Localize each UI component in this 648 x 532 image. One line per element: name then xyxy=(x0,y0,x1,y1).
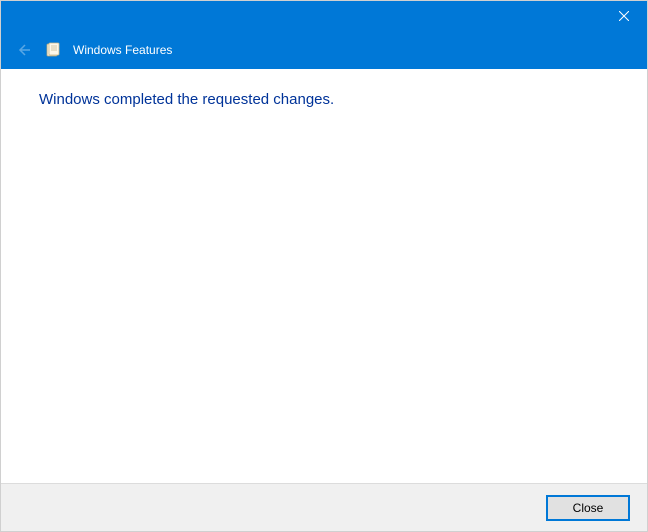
footer: Close xyxy=(1,483,647,531)
windows-features-icon xyxy=(45,42,61,58)
back-arrow-icon xyxy=(16,42,32,58)
close-icon xyxy=(619,11,629,21)
page-title: Windows Features xyxy=(73,43,172,57)
close-button[interactable]: Close xyxy=(547,496,629,520)
status-message: Windows completed the requested changes. xyxy=(39,91,609,108)
back-button xyxy=(15,41,33,59)
content-area: Windows completed the requested changes. xyxy=(1,69,647,483)
titlebar xyxy=(1,1,647,31)
window-close-button[interactable] xyxy=(601,1,647,31)
header: Windows Features xyxy=(1,31,647,69)
